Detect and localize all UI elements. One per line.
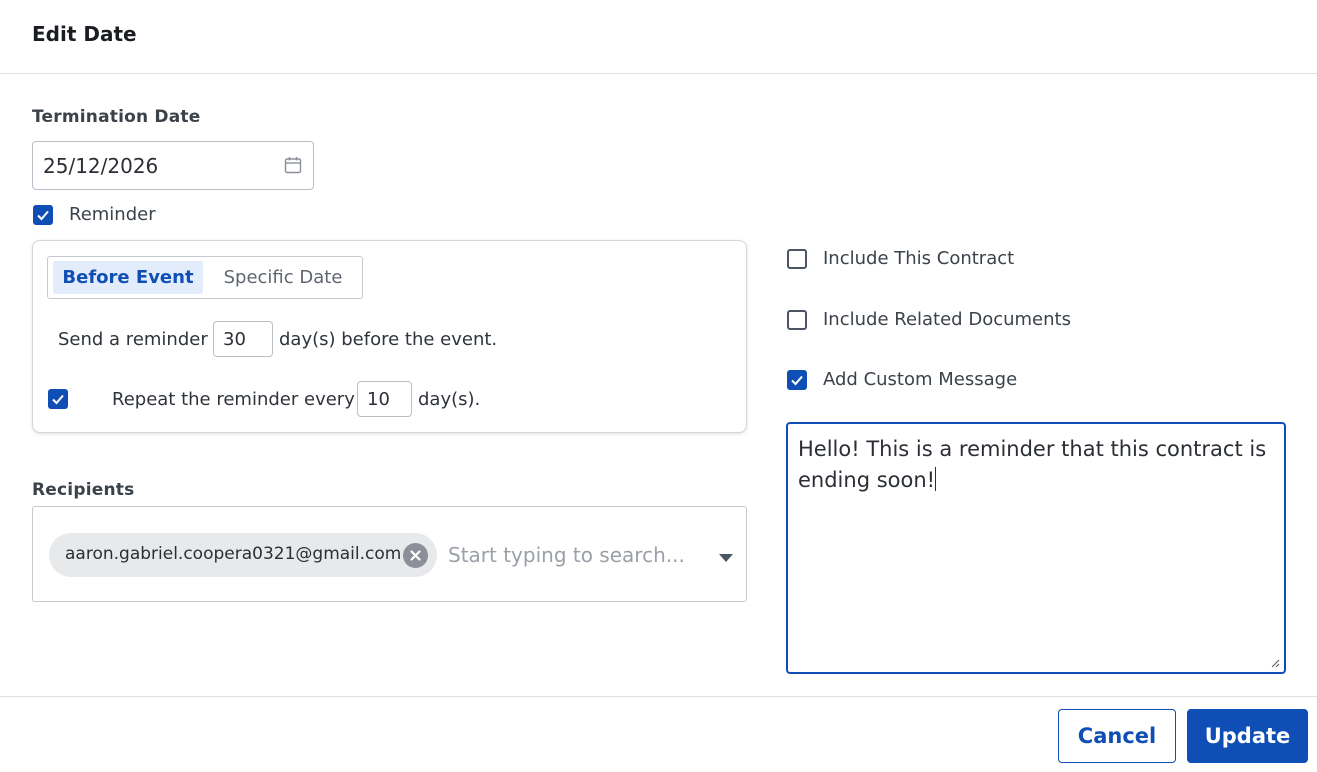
dialog-header: Edit Date <box>0 0 1317 74</box>
check-icon <box>37 210 49 221</box>
check-icon <box>791 375 803 386</box>
include-contract-label: Include This Contract <box>823 248 1015 269</box>
include-related-documents-checkbox[interactable] <box>787 310 807 330</box>
add-custom-message-label: Add Custom Message <box>823 369 1018 390</box>
reminder-settings-panel: Before Event Specific Date Send a remind… <box>32 240 747 433</box>
recipient-search-input[interactable]: Start typing to search... <box>448 543 685 567</box>
add-custom-message-checkbox[interactable] <box>787 370 807 390</box>
reminder-checkbox[interactable] <box>33 205 53 225</box>
cancel-button[interactable]: Cancel <box>1058 709 1176 763</box>
tab-before-event[interactable]: Before Event <box>53 261 203 294</box>
repeat-reminder-checkbox[interactable] <box>48 389 68 409</box>
dialog-title: Edit Date <box>32 22 137 46</box>
text-cursor <box>935 467 937 491</box>
send-reminder-prefix: Send a reminder <box>58 329 208 350</box>
termination-date-value: 25/12/2026 <box>43 154 159 178</box>
tab-specific-date[interactable]: Specific Date <box>208 261 358 294</box>
check-icon <box>52 394 64 405</box>
repeat-reminder-prefix: Repeat the reminder every <box>112 389 355 410</box>
edit-date-dialog: Edit Date Termination Date 25/12/2026 Re… <box>0 0 1317 772</box>
days-before-input[interactable]: 30 <box>213 321 273 357</box>
send-reminder-suffix: day(s) before the event. <box>279 329 498 350</box>
reminder-label: Reminder <box>69 204 156 225</box>
update-button[interactable]: Update <box>1187 709 1308 763</box>
custom-message-textarea[interactable]: Hello! This is a reminder that this cont… <box>786 422 1286 674</box>
include-contract-checkbox[interactable] <box>787 249 807 269</box>
remove-recipient-icon[interactable] <box>403 543 428 568</box>
include-related-documents-label: Include Related Documents <box>823 309 1071 330</box>
calendar-icon[interactable] <box>283 155 303 175</box>
termination-date-input[interactable]: 25/12/2026 <box>32 141 314 190</box>
resize-handle-icon[interactable] <box>1270 658 1280 668</box>
repeat-reminder-suffix: day(s). <box>418 389 481 410</box>
recipients-label: Recipients <box>32 480 135 500</box>
reminder-mode-toggle: Before Event Specific Date <box>47 256 363 299</box>
custom-message-text: Hello! This is a reminder that this cont… <box>798 437 1267 492</box>
repeat-days-input[interactable]: 10 <box>357 381 412 417</box>
recipient-chip: aaron.gabriel.coopera0321@gmail.com <box>49 533 437 577</box>
recipients-select[interactable]: aaron.gabriel.coopera0321@gmail.com Star… <box>32 506 747 602</box>
dropdown-caret-icon[interactable] <box>719 554 733 562</box>
footer-divider <box>0 696 1317 697</box>
termination-date-label: Termination Date <box>32 107 201 127</box>
recipient-email: aaron.gabriel.coopera0321@gmail.com <box>65 544 402 564</box>
